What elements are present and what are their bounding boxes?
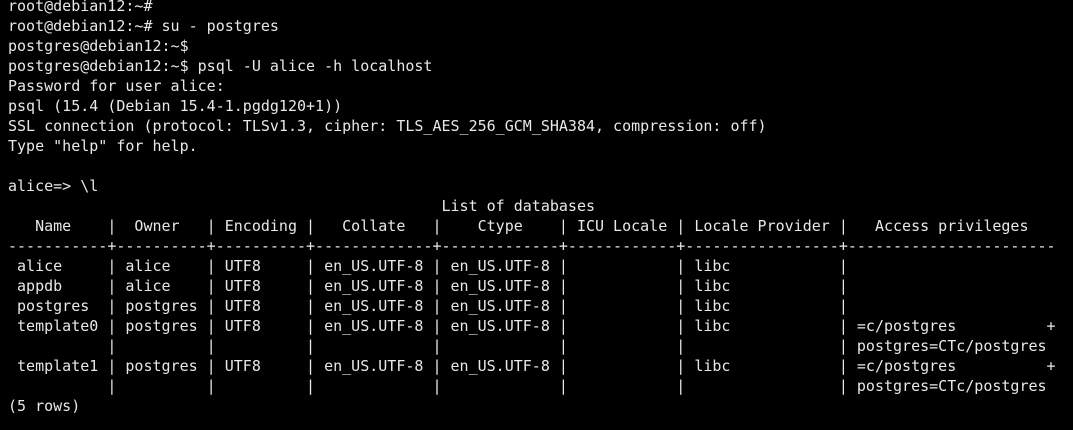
table-title: List of databases [8,197,595,215]
terminal-line-prompt-postgres: postgres@debian12:~$ [8,37,189,55]
terminal-window[interactable]: root@debian12:~# root@debian12:~# su - p… [0,0,1073,426]
table-header: Name | Owner | Encoding | Collate | Ctyp… [8,217,1029,235]
terminal-line-su-command: root@debian12:~# su - postgres [8,17,279,35]
table-row-count: (5 rows) [8,397,81,415]
table-row-continuation: | | | | | | | postgres=CTc/postgres [8,377,1047,395]
table-row: appdb | alice | UTF8 | en_US.UTF-8 | en_… [8,277,848,295]
terminal-line-password-prompt: Password for user alice: [8,77,225,95]
table-row: template0 | postgres | UTF8 | en_US.UTF-… [8,317,1056,335]
table-row-continuation: | | | | | | | postgres=CTc/postgres [8,337,1047,355]
terminal-line-psql-command: postgres@debian12:~$ psql -U alice -h lo… [8,57,433,75]
terminal-line-list-command: alice=> \l [8,177,99,195]
terminal-line-ssl-info: SSL connection (protocol: TLSv1.3, ciphe… [8,117,767,135]
table-row: alice | alice | UTF8 | en_US.UTF-8 | en_… [8,257,848,275]
terminal-line-help-hint: Type "help" for help. [8,137,198,155]
table-row: template1 | postgres | UTF8 | en_US.UTF-… [8,357,1056,375]
table-row: postgres | postgres | UTF8 | en_US.UTF-8… [8,297,848,315]
terminal-line-psql-version: psql (15.4 (Debian 15.4-1.pgdg120+1)) [8,97,343,115]
table-separator: -----------+----------+----------+------… [8,237,1056,255]
terminal-line-prompt-root: root@debian12:~# [8,0,153,15]
